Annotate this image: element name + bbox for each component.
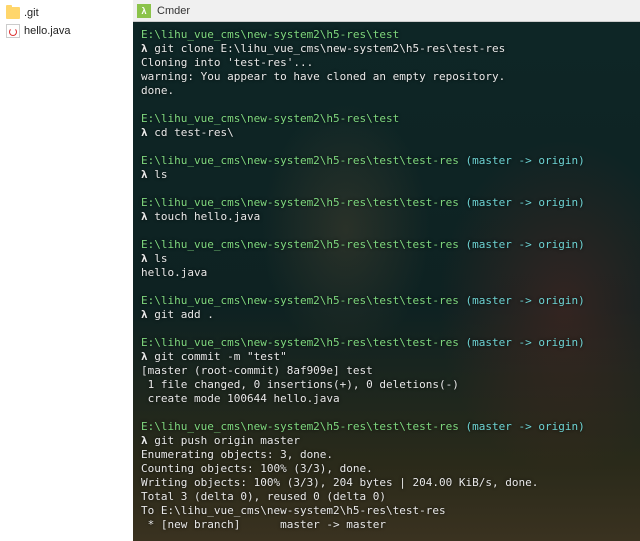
folder-icon	[6, 7, 20, 19]
output-line: Cloning into 'test-res'...	[141, 56, 632, 70]
lambda-icon: λ	[141, 126, 148, 139]
prompt-path: E:\lihu_vue_cms\new-system2\h5-res\test	[141, 112, 632, 126]
output-line: 1 file changed, 0 insertions(+), 0 delet…	[141, 378, 632, 392]
title-bar[interactable]: λ Cmder	[133, 0, 640, 22]
prompt-path: E:\lihu_vue_cms\new-system2\h5-res\test\…	[141, 420, 632, 434]
terminal-window: λ Cmder E:\lihu_vue_cms\new-system2\h5-r…	[133, 0, 640, 541]
cmd-text: git push origin master	[154, 434, 300, 447]
cmd-text: ls	[154, 252, 167, 265]
cmd-line: λ ls	[141, 168, 632, 182]
cmd-text: ls	[154, 168, 167, 181]
output-line: done.	[141, 84, 632, 98]
blank-line	[141, 532, 632, 541]
app-icon: λ	[137, 4, 151, 18]
file-item-hello-java[interactable]: hello.java	[6, 22, 127, 40]
prompt-path: E:\lihu_vue_cms\new-system2\h5-res\test\…	[141, 336, 632, 350]
cmd-line: λ touch hello.java	[141, 210, 632, 224]
blank-line	[141, 322, 632, 336]
lambda-icon: λ	[141, 42, 148, 55]
lambda-icon: λ	[141, 308, 148, 321]
blank-line	[141, 224, 632, 238]
blank-line	[141, 406, 632, 420]
output-line: * [new branch] master -> master	[141, 518, 632, 532]
output-line: [master (root-commit) 8af909e] test	[141, 364, 632, 378]
cmd-line: λ git clone E:\lihu_vue_cms\new-system2\…	[141, 42, 632, 56]
lambda-icon: λ	[141, 210, 148, 223]
file-label: .git	[24, 7, 39, 19]
cmd-text: cd test-res\	[154, 126, 233, 139]
java-file-icon	[6, 24, 20, 38]
output-line: Enumerating objects: 3, done.	[141, 448, 632, 462]
prompt-path: E:\lihu_vue_cms\new-system2\h5-res\test\…	[141, 196, 632, 210]
file-label: hello.java	[24, 25, 70, 37]
lambda-icon: λ	[141, 350, 148, 363]
prompt-path: E:\lihu_vue_cms\new-system2\h5-res\test	[141, 28, 632, 42]
file-item-git[interactable]: .git	[6, 4, 127, 22]
blank-line	[141, 98, 632, 112]
lambda-icon: λ	[141, 252, 148, 265]
output-line: Counting objects: 100% (3/3), done.	[141, 462, 632, 476]
cmd-line: λ git add .	[141, 308, 632, 322]
prompt-path: E:\lihu_vue_cms\new-system2\h5-res\test\…	[141, 294, 632, 308]
cmd-line: λ cd test-res\	[141, 126, 632, 140]
cmd-text: git clone E:\lihu_vue_cms\new-system2\h5…	[154, 42, 505, 55]
window-title: Cmder	[157, 5, 190, 17]
output-line: create mode 100644 hello.java	[141, 392, 632, 406]
output-line: Total 3 (delta 0), reused 0 (delta 0)	[141, 490, 632, 504]
cmd-line: λ ls	[141, 252, 632, 266]
output-line: Writing objects: 100% (3/3), 204 bytes |…	[141, 476, 632, 490]
cmd-line: λ git commit -m "test"	[141, 350, 632, 364]
cmd-text: git add .	[154, 308, 214, 321]
blank-line	[141, 140, 632, 154]
lambda-icon: λ	[141, 434, 148, 447]
cmd-text: touch hello.java	[154, 210, 260, 223]
blank-line	[141, 182, 632, 196]
cmd-line: λ git push origin master	[141, 434, 632, 448]
output-line: hello.java	[141, 266, 632, 280]
file-explorer-panel: .git hello.java	[0, 0, 133, 541]
lambda-icon: λ	[141, 168, 148, 181]
blank-line	[141, 280, 632, 294]
prompt-path: E:\lihu_vue_cms\new-system2\h5-res\test\…	[141, 154, 632, 168]
prompt-path: E:\lihu_vue_cms\new-system2\h5-res\test\…	[141, 238, 632, 252]
terminal-body[interactable]: E:\lihu_vue_cms\new-system2\h5-res\test …	[133, 22, 640, 541]
output-line: warning: You appear to have cloned an em…	[141, 70, 632, 84]
output-line: To E:\lihu_vue_cms\new-system2\h5-res\te…	[141, 504, 632, 518]
cmd-text: git commit -m "test"	[154, 350, 286, 363]
